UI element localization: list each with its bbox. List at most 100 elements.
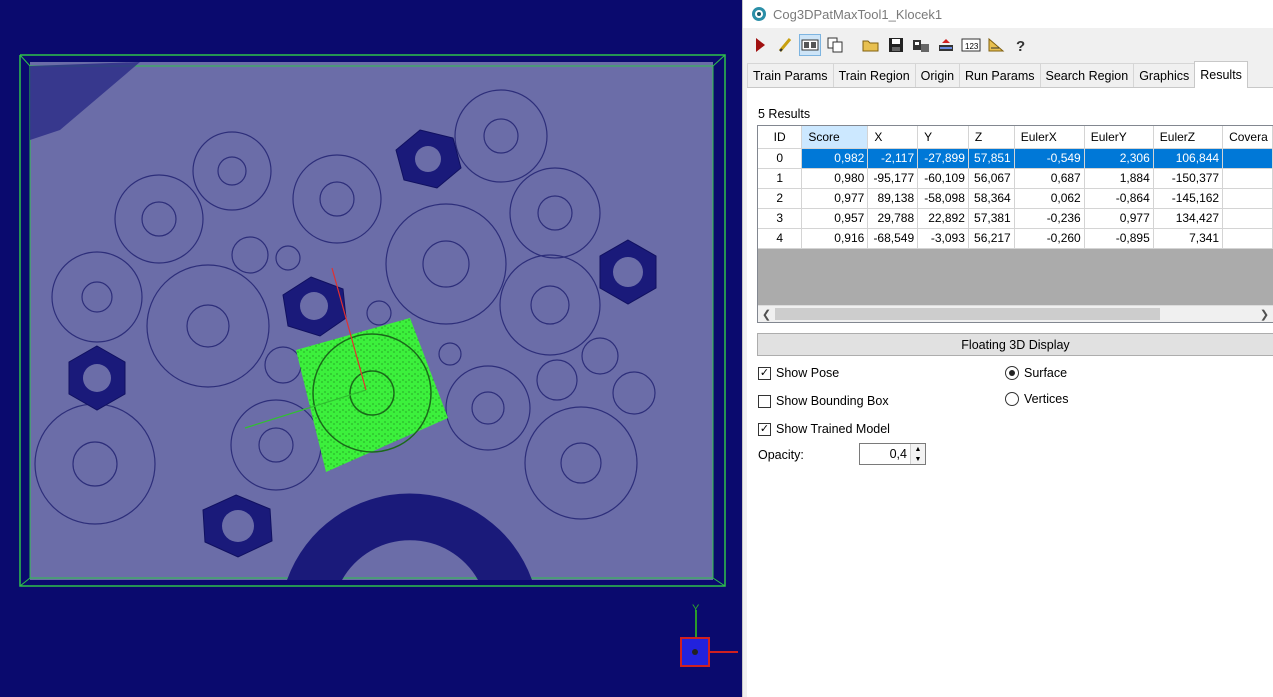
orientation-gizmo[interactable]: Y: [680, 603, 738, 667]
point-cloud-view: Y: [19, 54, 738, 667]
cell-x: 89,138: [867, 188, 919, 209]
cell-x: -2,117: [867, 148, 919, 169]
opacity-label: Opacity:: [758, 448, 804, 462]
cell-eulerx: -0,260: [1014, 228, 1085, 249]
tab-graphics[interactable]: Graphics: [1133, 63, 1196, 87]
cell-eulerz: 7,341: [1153, 228, 1224, 249]
show-bounding-box-checkbox[interactable]: Show Bounding Box: [758, 394, 889, 408]
show-trained-model-label: Show Trained Model: [776, 422, 890, 436]
tab-run-params[interactable]: Run Params: [959, 63, 1041, 87]
cell-z: 56,217: [968, 228, 1015, 249]
copy-icon[interactable]: [824, 34, 846, 56]
cell-z: 57,851: [968, 148, 1015, 169]
measure-icon[interactable]: [985, 34, 1007, 56]
table-row[interactable]: 4 0,916 -68,549 -3,093 56,217 -0,260 -0,…: [758, 228, 1273, 249]
edit-icon[interactable]: [774, 34, 796, 56]
decrement-icon[interactable]: ▼: [911, 454, 925, 464]
tab-train-params[interactable]: Train Params: [747, 63, 834, 87]
cell-eulerx: -0,549: [1014, 148, 1085, 169]
tab-strip: Train Params Train Region Origin Run Par…: [747, 61, 1273, 88]
table-row[interactable]: 2 0,977 89,138 -58,098 58,364 0,062 -0,8…: [758, 188, 1273, 209]
toolbar: 123 ?: [743, 32, 1273, 58]
cell-y: -27,899: [917, 148, 969, 169]
cell-eulery: 1,884: [1084, 168, 1154, 189]
table-row[interactable]: 3 0,957 29,788 22,892 57,381 -0,236 0,97…: [758, 208, 1273, 229]
open-folder-icon[interactable]: [860, 34, 882, 56]
column-header-eulerx[interactable]: EulerX: [1014, 126, 1085, 149]
column-header-score[interactable]: Score: [801, 126, 869, 149]
opacity-stepper[interactable]: ▲ ▼: [859, 443, 926, 465]
scrollbar-thumb[interactable]: [775, 308, 1160, 320]
results-count: 5 Results: [758, 107, 811, 121]
cell-score: 0,957: [801, 208, 869, 229]
svg-text:?: ?: [1016, 38, 1025, 53]
cell-eulerz: 106,844: [1153, 148, 1224, 169]
3d-viewport[interactable]: Y: [0, 0, 742, 697]
cell-coverage: [1222, 228, 1273, 249]
column-header-coverage[interactable]: Covera: [1222, 126, 1273, 149]
horizontal-scrollbar[interactable]: ❮ ❯: [758, 305, 1273, 322]
floating-3d-display-button[interactable]: Floating 3D Display: [757, 333, 1273, 356]
svg-text:123: 123: [965, 42, 979, 51]
tab-results[interactable]: Results: [1194, 61, 1248, 88]
grid-header-row: ID Score X Y Z EulerX EulerY EulerZ Cove…: [758, 126, 1273, 149]
cell-id: 2: [758, 188, 803, 209]
results-grid[interactable]: ID Score X Y Z EulerX EulerY EulerZ Cove…: [757, 125, 1273, 323]
cell-eulerx: 0,062: [1014, 188, 1085, 209]
surface-radio[interactable]: Surface: [1005, 366, 1067, 380]
scroll-left-icon[interactable]: ❮: [758, 306, 775, 322]
tab-train-region[interactable]: Train Region: [832, 63, 916, 87]
checkbox-unchecked-icon: [758, 394, 771, 408]
cell-eulery: 0,977: [1084, 208, 1154, 229]
cognex-app-icon: [752, 7, 766, 21]
cell-z: 58,364: [968, 188, 1015, 209]
help-icon[interactable]: ?: [1010, 34, 1032, 56]
cell-score: 0,916: [801, 228, 869, 249]
cell-score: 0,980: [801, 168, 869, 189]
checkbox-checked-icon: ✓: [758, 422, 771, 436]
cell-id: 0: [758, 148, 803, 169]
checkbox-checked-icon: ✓: [758, 366, 771, 380]
cell-score: 0,982: [801, 148, 869, 169]
column-header-x[interactable]: X: [867, 126, 919, 149]
column-header-y[interactable]: Y: [917, 126, 969, 149]
cell-eulerx: -0,236: [1014, 208, 1085, 229]
scroll-right-icon[interactable]: ❯: [1256, 306, 1273, 322]
save-icon[interactable]: [885, 34, 907, 56]
column-header-z[interactable]: Z: [968, 126, 1015, 149]
show-pose-label: Show Pose: [776, 366, 840, 380]
cell-eulerz: 134,427: [1153, 208, 1224, 229]
table-row[interactable]: 0 0,982 -2,117 -27,899 57,851 -0,549 2,3…: [758, 148, 1273, 169]
table-row[interactable]: 1 0,980 -95,177 -60,109 56,067 0,687 1,8…: [758, 168, 1273, 189]
run-icon[interactable]: [749, 34, 771, 56]
tab-search-region[interactable]: Search Region: [1039, 63, 1135, 87]
cell-x: 29,788: [867, 208, 919, 229]
counter-icon[interactable]: 123: [960, 34, 982, 56]
show-trained-model-checkbox[interactable]: ✓ Show Trained Model: [758, 422, 890, 436]
cell-id: 1: [758, 168, 803, 189]
stepper-arrows[interactable]: ▲ ▼: [910, 444, 925, 464]
column-header-id[interactable]: ID: [758, 126, 803, 149]
tool-panel: Cog3DPatMaxTool1_Klocek1 123 ? Train Par…: [742, 0, 1273, 697]
cell-x: -68,549: [867, 228, 919, 249]
increment-icon[interactable]: ▲: [911, 444, 925, 454]
cell-coverage: [1222, 208, 1273, 229]
vertices-radio[interactable]: Vertices: [1005, 392, 1068, 406]
cell-x: -95,177: [867, 168, 919, 189]
export-icon[interactable]: [910, 34, 932, 56]
cell-id: 3: [758, 208, 803, 229]
cell-z: 57,381: [968, 208, 1015, 229]
axis-label-y: Y: [692, 603, 700, 615]
column-header-eulery[interactable]: EulerY: [1084, 126, 1154, 149]
reset-icon[interactable]: [935, 34, 957, 56]
cell-eulerz: -150,377: [1153, 168, 1224, 189]
display-toggle-icon[interactable]: [799, 34, 821, 56]
column-header-eulerz[interactable]: EulerZ: [1153, 126, 1224, 149]
cell-eulerz: -145,162: [1153, 188, 1224, 209]
cell-y: 22,892: [917, 208, 969, 229]
opacity-input[interactable]: [860, 444, 910, 464]
cell-coverage: [1222, 188, 1273, 209]
cell-y: -3,093: [917, 228, 969, 249]
tab-origin[interactable]: Origin: [914, 63, 961, 87]
show-pose-checkbox[interactable]: ✓ Show Pose: [758, 366, 839, 380]
